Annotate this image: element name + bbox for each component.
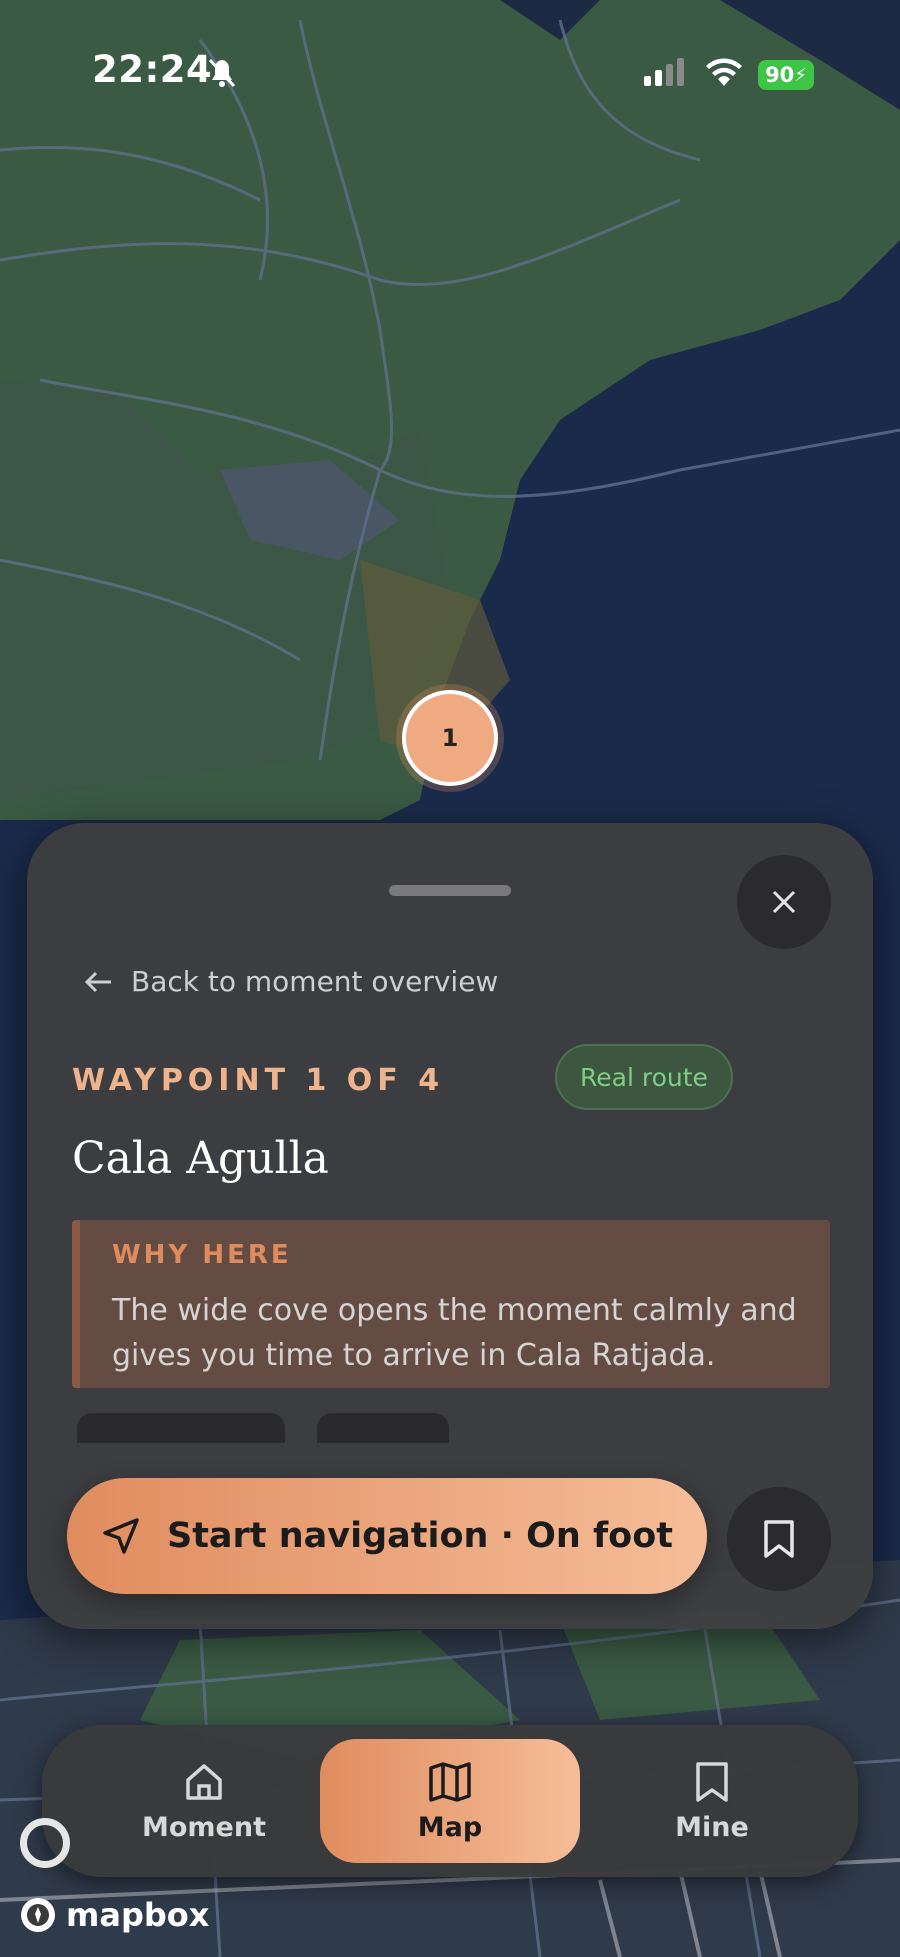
waypoint-marker-number: 1 <box>402 690 498 786</box>
back-to-overview-link[interactable]: Back to moment overview <box>83 965 498 998</box>
status-time: 22:24 <box>92 48 213 91</box>
waypoint-title: Cala Agulla <box>72 1133 329 1184</box>
waypoint-marker[interactable]: 1 <box>396 684 504 792</box>
mapbox-wordmark: mapbox <box>66 1896 210 1934</box>
wifi-icon <box>704 56 744 92</box>
mapbox-logo-icon <box>21 1898 55 1932</box>
save-waypoint-button[interactable] <box>727 1487 831 1591</box>
tag-chip[interactable] <box>77 1413 285 1443</box>
sheet-drag-handle[interactable] <box>389 885 511 896</box>
bookmark-icon <box>696 1761 728 1802</box>
why-here-callout: WHY HERE The wide cove opens the moment … <box>72 1220 830 1388</box>
mapbox-attribution[interactable]: mapbox <box>18 1895 209 1935</box>
map-icon <box>429 1761 471 1802</box>
tab-moment[interactable]: Moment <box>74 1739 334 1863</box>
bell-muted-icon <box>206 56 238 94</box>
close-button[interactable] <box>737 855 831 949</box>
tab-map[interactable]: Map <box>320 1739 580 1863</box>
charging-bolt-icon: ⚡ <box>794 64 807 86</box>
home-icon <box>186 1763 222 1800</box>
battery-indicator: 90 ⚡ <box>758 60 814 90</box>
why-here-label: WHY HERE <box>112 1240 292 1270</box>
arrow-left-icon <box>84 971 111 992</box>
tab-map-label: Map <box>417 1811 483 1843</box>
waypoint-counter: WAYPOINT 1 OF 4 <box>72 1063 445 1098</box>
tab-bar: Moment Map Mine <box>42 1725 858 1877</box>
start-navigation-label: Start navigation · On foot <box>166 1516 673 1556</box>
waypoint-sheet: Back to moment overview WAYPOINT 1 OF 4 … <box>27 823 873 1629</box>
tag-chip[interactable] <box>317 1413 449 1443</box>
start-navigation-button[interactable]: Start navigation · On foot <box>67 1478 707 1594</box>
tab-moment-label: Moment <box>142 1811 266 1843</box>
battery-level: 90 <box>765 63 795 87</box>
close-icon <box>772 890 796 914</box>
tab-mine[interactable]: Mine <box>582 1739 842 1863</box>
navigation-arrow-icon <box>103 1518 139 1554</box>
status-bar: 22:24 90 ⚡ <box>0 0 900 150</box>
compass-icon[interactable] <box>20 1818 70 1868</box>
back-link-label: Back to moment overview <box>131 965 499 998</box>
real-route-badge: Real route <box>555 1044 733 1110</box>
tab-mine-label: Mine <box>675 1811 749 1843</box>
bookmark-icon <box>764 1520 794 1558</box>
cellular-signal-icon <box>644 58 688 90</box>
why-here-text: The wide cove opens the moment calmly an… <box>112 1293 797 1373</box>
